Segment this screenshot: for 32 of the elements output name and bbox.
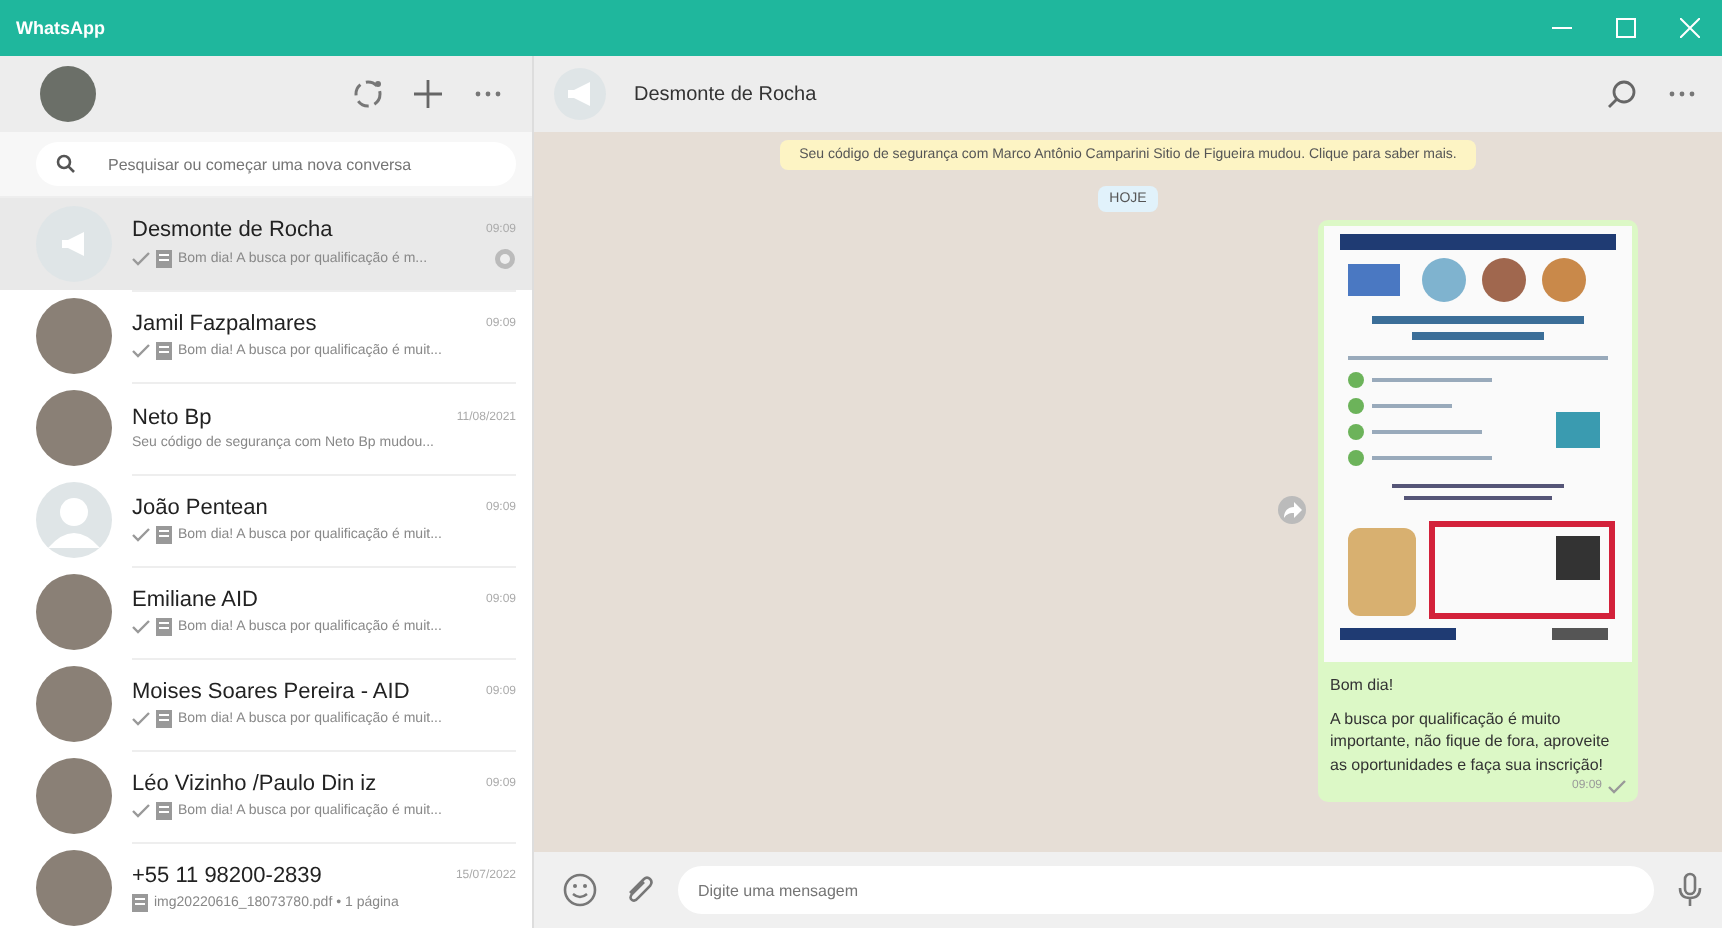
avatar-photo-placeholder xyxy=(36,298,112,374)
message-text: Bom dia! xyxy=(1328,674,1396,697)
contact-name: Neto Bp xyxy=(132,405,212,429)
message-text: A busca por qualificação é muito importante, não fique de fora, aproveite as oportunidades e faça sua inscrição! xyxy=(1328,708,1612,776)
chat-title[interactable]: Desmonte de Rocha xyxy=(634,83,817,105)
avatar-photo-placeholder xyxy=(36,850,112,926)
avatar-photo-placeholder xyxy=(36,758,112,834)
contact-name: Jamil Fazpalmares xyxy=(132,311,317,335)
contact-name: João Pentean xyxy=(132,495,268,519)
maximize-icon xyxy=(1616,18,1636,38)
avatar-photo-placeholder xyxy=(36,574,112,650)
search-icon[interactable] xyxy=(1606,78,1638,110)
close-icon xyxy=(1680,18,1700,38)
avatar-photo-placeholder xyxy=(36,390,112,466)
contact-name: Emiliane AID xyxy=(132,587,258,611)
contact-name: Léo Vizinho /Paulo Din iz xyxy=(132,771,377,795)
microphone-icon[interactable] xyxy=(1678,872,1702,908)
contact-name: Desmonte de Rocha xyxy=(132,217,333,241)
contact-name: Moises Soares Pereira - AID xyxy=(132,679,410,703)
emoji-icon[interactable] xyxy=(562,872,598,908)
megaphone-icon xyxy=(566,82,594,106)
profile-avatar[interactable] xyxy=(40,66,96,122)
search-field[interactable]: Pesquisar ou começar uma nova conversa xyxy=(36,142,516,186)
avatar-photo-placeholder xyxy=(36,666,112,742)
default-avatar xyxy=(36,482,112,558)
window-title: WhatsApp xyxy=(16,18,105,38)
forward-icon xyxy=(1283,502,1301,519)
status-icon[interactable] xyxy=(352,78,384,110)
megaphone-icon xyxy=(60,232,88,256)
message-input[interactable]: Digite uma mensagem xyxy=(678,866,1654,914)
new-chat-icon[interactable] xyxy=(412,78,444,110)
contact-name: +55 11 98200-2839 xyxy=(132,863,322,887)
